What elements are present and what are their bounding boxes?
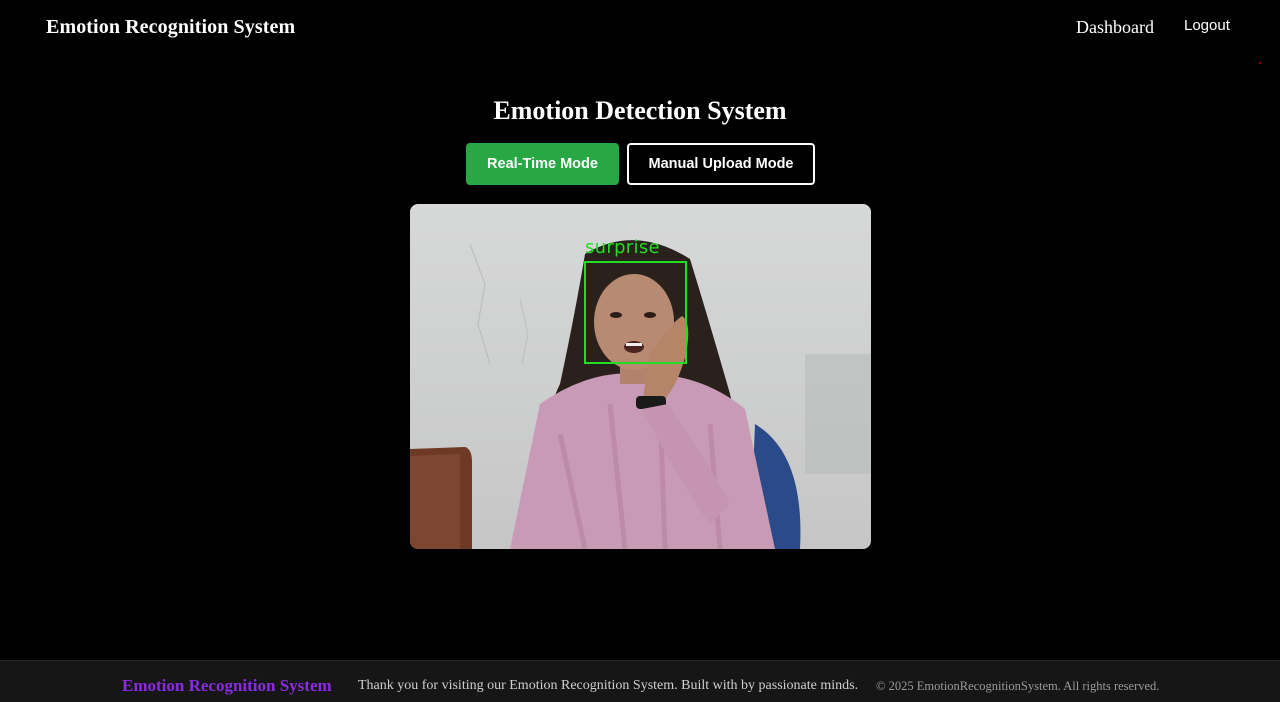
detected-emotion-label: surprise bbox=[585, 237, 660, 258]
face-detection-box bbox=[584, 261, 687, 364]
webcam-video-feed: surprise bbox=[410, 204, 871, 549]
nav-link-dashboard[interactable]: Dashboard bbox=[1076, 17, 1154, 38]
manual-upload-mode-button[interactable]: Manual Upload Mode bbox=[627, 143, 815, 185]
page-title: Emotion Detection System bbox=[493, 96, 787, 125]
footer-message: Thank you for visiting our Emotion Recog… bbox=[358, 678, 859, 693]
footer-copyright: © 2025 EmotionRecognitionSystem. All rig… bbox=[876, 679, 1160, 693]
footer-brand: Emotion Recognition System bbox=[122, 676, 332, 695]
real-time-mode-button[interactable]: Real-Time Mode bbox=[466, 143, 619, 185]
navbar-brand[interactable]: Emotion Recognition System bbox=[46, 16, 295, 39]
footer: Emotion Recognition System Thank you for… bbox=[0, 660, 1280, 702]
decorative-dot bbox=[1259, 62, 1261, 64]
nav-link-logout[interactable]: Logout bbox=[1184, 17, 1230, 34]
top-navbar: Emotion Recognition System Dashboard Log… bbox=[0, 0, 1280, 56]
